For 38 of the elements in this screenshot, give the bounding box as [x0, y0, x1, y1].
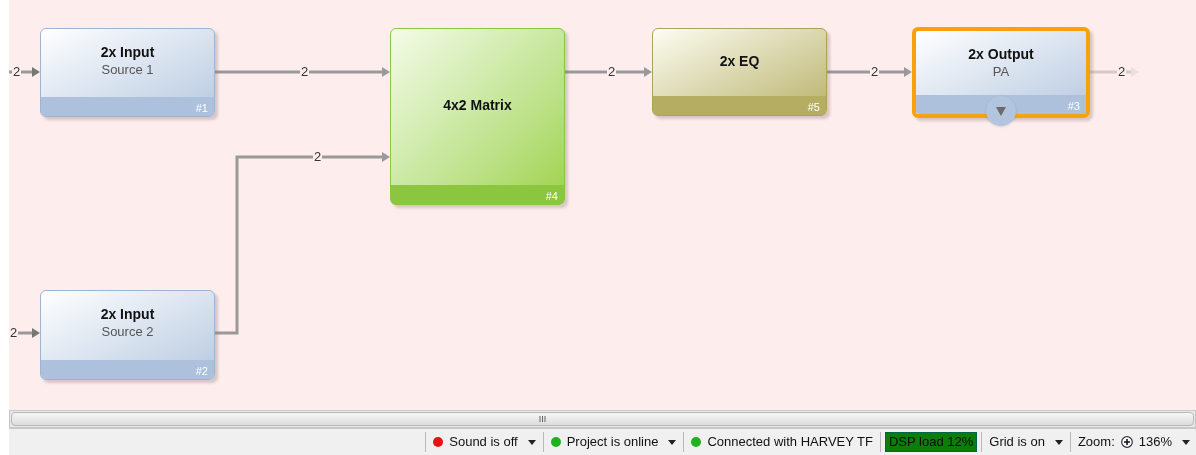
- connection-count: 2: [9, 326, 19, 340]
- node-subtitle: PA: [992, 63, 1010, 81]
- status-text[interactable]: Grid is on: [989, 432, 1045, 452]
- node-title: 2x Input: [100, 43, 155, 61]
- node-number: #5: [807, 101, 820, 113]
- connection-count: 2: [12, 65, 22, 79]
- status-text[interactable]: Sound is off: [449, 432, 518, 452]
- status-text[interactable]: Project is online: [566, 432, 659, 452]
- node-number: #2: [195, 365, 208, 377]
- dsp-load-indicator: DSP load 12%: [884, 432, 978, 452]
- node-number: #3: [1067, 100, 1080, 112]
- connection-count: 2: [313, 150, 323, 164]
- node-subtitle: Source 2: [101, 323, 154, 341]
- connection-count: 2: [870, 65, 880, 79]
- status-text: Connected with HARVEY TF: [707, 433, 873, 452]
- grip-icon: [539, 416, 546, 422]
- node-block[interactable]: 4x2 Matrix #4: [390, 28, 565, 205]
- expand-button[interactable]: [986, 96, 1016, 126]
- down-triangle-icon: [996, 106, 1006, 116]
- node-title: 4x2 Matrix: [443, 96, 512, 114]
- node-title: 2x EQ: [719, 51, 760, 70]
- zoom-in-icon[interactable]: [1120, 436, 1133, 448]
- node-block[interactable]: 2x Output PA #3: [912, 27, 1090, 118]
- connection-count: 2: [300, 65, 310, 79]
- node-block[interactable]: 2x Input Source 1 #1: [40, 28, 215, 117]
- node-title: 2x Input: [100, 305, 155, 323]
- node-number: #1: [195, 102, 208, 114]
- node-title: 2x Output: [968, 45, 1034, 63]
- node-block[interactable]: 2x EQ #5: [652, 28, 827, 116]
- zoom-label: Zoom:: [1077, 433, 1115, 452]
- connector-arrow: [1090, 67, 1139, 77]
- connection-count: 2: [1117, 65, 1127, 79]
- node-subtitle: Source 1: [101, 61, 154, 79]
- status-text[interactable]: 136%: [1138, 432, 1172, 452]
- node-block[interactable]: 2x Input Source 2 #2: [40, 290, 215, 380]
- connector-arrow: [9, 67, 40, 77]
- connection-count: 2: [607, 65, 617, 79]
- node-number: #4: [545, 190, 558, 202]
